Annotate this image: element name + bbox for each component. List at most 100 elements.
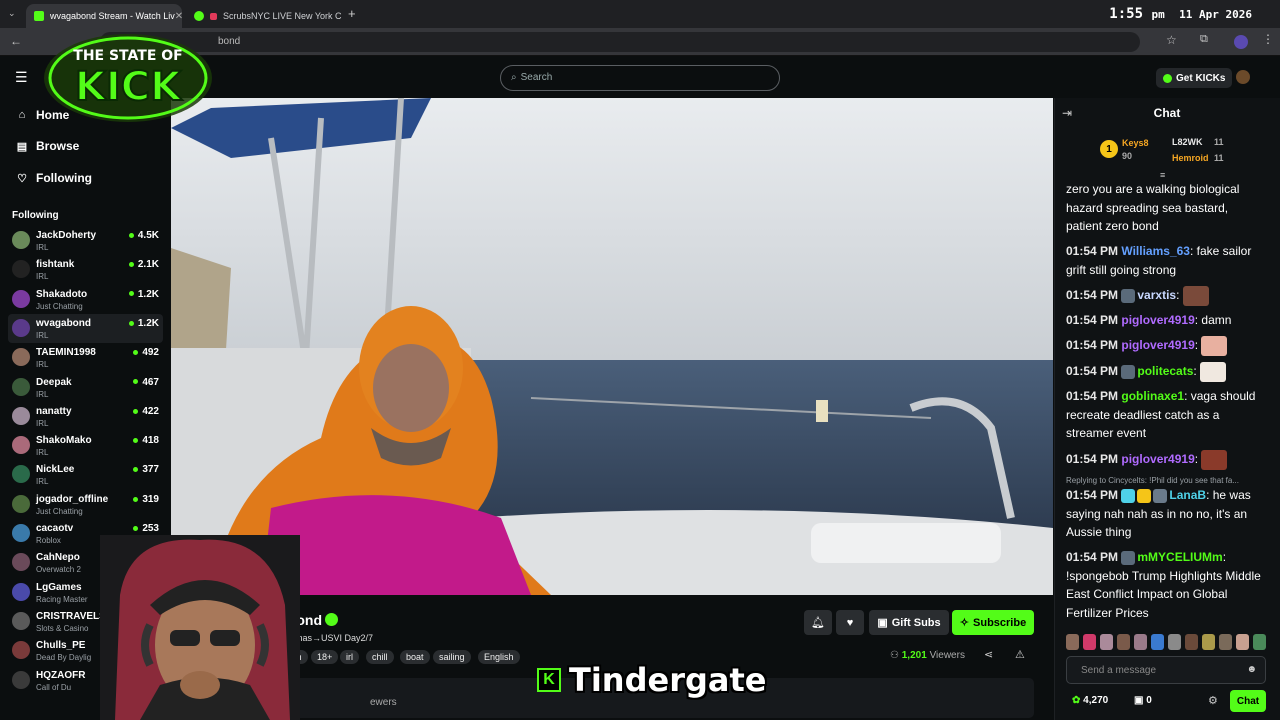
extensions-icon[interactable]: ⧉: [1200, 33, 1208, 46]
emote-icon[interactable]: [1202, 634, 1215, 650]
following-item-taemin1998[interactable]: TAEMIN1998 IRL 492: [8, 343, 163, 372]
tag-chip[interactable]: boat: [400, 650, 430, 664]
message-text: zero you are a walking biological hazard…: [1066, 182, 1240, 233]
emote-icon[interactable]: [1083, 634, 1096, 650]
bookmark-star-icon[interactable]: ☆: [1166, 33, 1177, 47]
tag-chip[interactable]: sailing: [433, 650, 471, 664]
channel-avatar: [12, 318, 30, 337]
message-username[interactable]: varxtis: [1137, 288, 1176, 302]
reply-preview[interactable]: Replying to Cincycelts: !Phil did you se…: [1066, 476, 1266, 485]
following-item-jogador_offline[interactable]: jogador_offline Just Chatting 319: [8, 490, 163, 519]
tab-search-icon[interactable]: ⌄: [8, 8, 16, 19]
user-badge-icon: [1153, 488, 1168, 503]
notification-bell-button[interactable]: 🔔︎: [804, 610, 832, 635]
gift-subs-button[interactable]: ▣ Gift Subs: [869, 610, 949, 635]
following-item-jackdoherty[interactable]: JackDoherty IRL 4.5K: [8, 226, 163, 255]
message-username[interactable]: piglover4919: [1121, 452, 1194, 466]
stream-video-frame: [171, 98, 1053, 595]
subscribe-label: Subscribe: [973, 616, 1027, 629]
tag-chip[interactable]: English: [478, 650, 520, 664]
leaderboard-name[interactable]: L82WK: [1172, 137, 1203, 147]
emote-bar: [1066, 634, 1266, 650]
tab-wvagabond[interactable]: wvagabond Stream - Watch Liv ✕: [26, 4, 182, 28]
channel-name: LgGames: [36, 581, 82, 593]
points-icon: ▣: [1134, 695, 1144, 706]
channel-category: Slots & Casino: [36, 623, 89, 633]
message-username[interactable]: piglover4919: [1121, 313, 1194, 327]
viewer-count: 467: [133, 377, 159, 388]
clock-ampm: pm: [1151, 8, 1165, 21]
emote-icon[interactable]: [1219, 634, 1232, 650]
emote-icon[interactable]: [1185, 634, 1198, 650]
user-avatar[interactable]: [1236, 70, 1250, 84]
hamburger-menu-icon[interactable]: ☰: [15, 69, 28, 86]
message-text: !spongebob Trump Highlights Middle East …: [1066, 568, 1261, 620]
message-username[interactable]: mMYCELIUMm: [1137, 550, 1222, 564]
emote-icon[interactable]: [1236, 634, 1249, 650]
back-icon[interactable]: ←: [10, 34, 22, 48]
following-item-shakomako[interactable]: ShakoMako IRL 418: [8, 431, 163, 460]
send-message-input[interactable]: Send a message ☻: [1066, 656, 1266, 684]
nav-browse[interactable]: ▤ Browse: [16, 139, 80, 153]
channel-avatar: [12, 289, 30, 308]
share-icon[interactable]: ⋖: [984, 648, 993, 661]
chat-emote-icon: [1201, 450, 1228, 470]
viewer-count-value: 1,201: [901, 650, 927, 661]
channel-category: Call of Du: [36, 682, 72, 692]
tag-chip[interactable]: chill: [366, 650, 394, 664]
url-field[interactable]: bond: [100, 32, 1140, 52]
message-username[interactable]: politecats: [1137, 364, 1193, 378]
pinned-drag-icon[interactable]: ≡: [1160, 170, 1165, 180]
follow-heart-button[interactable]: ♥: [836, 610, 864, 635]
send-chat-button[interactable]: Chat: [1230, 690, 1266, 712]
viewer-count: 377: [133, 464, 159, 475]
search-input[interactable]: ⌕ Search: [500, 65, 780, 91]
following-item-deepak[interactable]: Deepak IRL 467: [8, 373, 163, 402]
emote-icon[interactable]: [1151, 634, 1164, 650]
emote-icon[interactable]: [1168, 634, 1181, 650]
emote-icon[interactable]: [1253, 634, 1266, 650]
viewer-count: 253: [133, 523, 159, 534]
get-kicks-button[interactable]: Get KICKs: [1156, 68, 1233, 88]
channel-name: CahNepo: [36, 552, 80, 564]
following-item-nanatty[interactable]: nanatty IRL 422: [8, 402, 163, 431]
channel-category: IRL: [36, 272, 49, 282]
tag-chip[interactable]: 18+: [311, 650, 339, 664]
following-item-nicklee[interactable]: NickLee IRL 377: [8, 460, 163, 489]
heart-icon: ♥: [846, 616, 854, 629]
emote-icon[interactable]: [1117, 634, 1130, 650]
channel-category: Roblox: [36, 536, 61, 545]
tab-scrubsnyc[interactable]: ScrubsNYC LIVE New York C ✕: [186, 4, 342, 28]
subscribe-button[interactable]: ✧ Subscribe: [952, 610, 1034, 635]
video-player[interactable]: [171, 98, 1053, 595]
channel-avatar: [12, 231, 30, 249]
gear-icon[interactable]: ⚙: [1208, 694, 1218, 707]
nav-following[interactable]: ♡ Following: [16, 171, 92, 185]
profile-icon[interactable]: [1234, 35, 1248, 49]
close-tab-icon[interactable]: ✕: [175, 11, 182, 22]
following-item-fishtank[interactable]: fishtank IRL 2.1K: [8, 255, 163, 284]
gift-subs-label: Gift Subs: [891, 616, 941, 629]
message-username[interactable]: LanaB: [1169, 488, 1206, 502]
emoji-icon[interactable]: ☻: [1246, 664, 1257, 675]
message-username[interactable]: Williams_63: [1121, 244, 1190, 258]
emote-icon[interactable]: [1066, 634, 1079, 650]
caption-overlay: K Tindergate: [537, 660, 766, 700]
emote-icon[interactable]: [1100, 634, 1113, 650]
tag-chip[interactable]: irl: [340, 650, 359, 664]
new-tab-icon[interactable]: +: [348, 6, 356, 21]
following-item-shakadoto[interactable]: Shakadoto Just Chatting 1.2K: [8, 285, 163, 314]
message-username[interactable]: goblinaxe1: [1121, 389, 1184, 403]
message-username[interactable]: piglover4919: [1121, 338, 1194, 352]
leaderboard-name[interactable]: Keys8: [1122, 138, 1149, 148]
channel-avatar: [12, 348, 30, 367]
report-icon[interactable]: ⚠: [1015, 648, 1025, 661]
get-kicks-label: Get KICKs: [1176, 72, 1226, 84]
viewer-count-label: Viewers: [929, 650, 965, 661]
browser-menu-icon[interactable]: ⋮: [1262, 32, 1274, 46]
emote-icon[interactable]: [1134, 634, 1147, 650]
viewer-count: 4.5K: [129, 230, 159, 241]
following-item-wvagabond[interactable]: wvagabond IRL 1.2K: [8, 313, 163, 343]
channel-avatar: [12, 377, 30, 396]
leaderboard-name[interactable]: Hemroid: [1172, 153, 1209, 163]
